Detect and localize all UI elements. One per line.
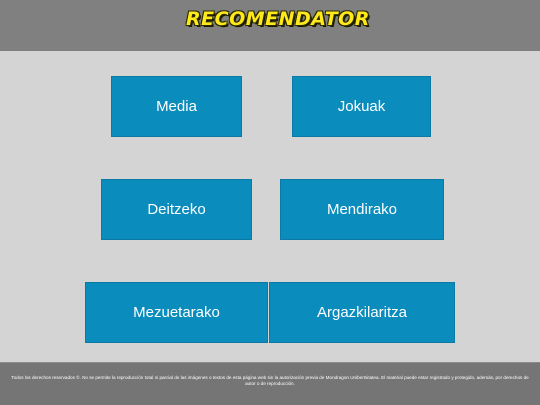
footer-bar: Todos los derechos reservados ©. No se p… [0, 362, 540, 405]
tile-deitzeko-button[interactable]: Deitzeko [101, 179, 252, 240]
tile-jokuak-button[interactable]: Jokuak [292, 76, 431, 137]
header-bar: RECOMENDATOR [0, 0, 540, 51]
tile-label: Mendirako [326, 201, 398, 218]
tile-label: Media [156, 98, 197, 115]
app-logo: RECOMENDATOR [186, 8, 370, 30]
copyright-notice: Todos los derechos reservados ©. No se p… [11, 375, 529, 387]
tile-label: Argazkilaritza [316, 304, 408, 321]
tile-mezuetarako-button[interactable]: Mezuetarako [85, 282, 268, 343]
tile-label: Mezuetarako [133, 304, 220, 321]
tile-mendirako-button[interactable]: Mendirako [280, 179, 444, 240]
tile-media-button[interactable]: Media [111, 76, 242, 137]
tile-label: Deitzeko [147, 201, 206, 218]
tile-argazkilaritza-button[interactable]: Argazkilaritza [269, 282, 455, 343]
tile-label: Jokuak [337, 98, 386, 115]
